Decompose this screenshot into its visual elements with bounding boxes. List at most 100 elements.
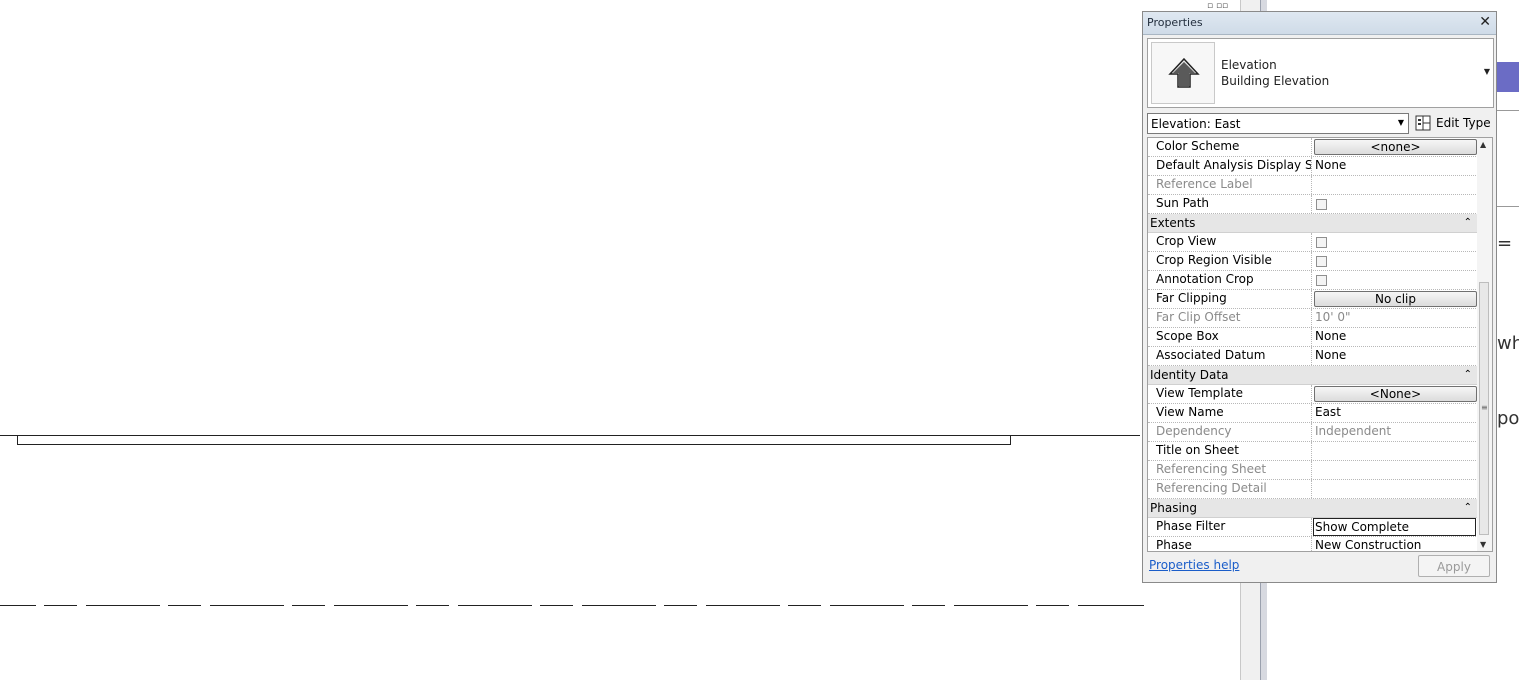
property-row: Far Clipping No clip xyxy=(1148,290,1478,309)
dash-segment xyxy=(664,605,697,606)
property-value-button[interactable]: <None> xyxy=(1314,386,1477,402)
property-row: Title on Sheet xyxy=(1148,442,1478,461)
dash-segment xyxy=(540,605,573,606)
property-value-cell: <None> xyxy=(1313,385,1478,403)
property-row: Default Analysis Display StyleNone xyxy=(1148,157,1478,176)
chevron-down-icon[interactable]: ▼ xyxy=(1484,67,1490,76)
property-value[interactable]: None xyxy=(1313,328,1478,346)
property-label: Far Clipping xyxy=(1148,290,1312,308)
property-label: Phase xyxy=(1148,537,1312,551)
property-checkbox[interactable] xyxy=(1316,256,1327,267)
palette-title: Properties xyxy=(1147,16,1203,29)
dash-segment xyxy=(954,605,1028,606)
type-selector[interactable]: Elevation Building Elevation ▼ xyxy=(1147,38,1494,108)
property-value xyxy=(1313,461,1478,479)
property-row: Dependency Independent xyxy=(1148,423,1478,442)
property-label: Referencing Sheet xyxy=(1148,461,1312,479)
type-name: Building Elevation xyxy=(1221,74,1330,88)
scroll-down-icon[interactable]: ▼ xyxy=(1480,540,1486,549)
property-label: Dependency xyxy=(1148,423,1312,441)
property-label: Phase Filter xyxy=(1148,518,1312,536)
edit-type-label: Edit Type xyxy=(1436,116,1491,130)
dash-segment xyxy=(416,605,449,606)
property-value[interactable]: East xyxy=(1313,404,1478,422)
dash-segment xyxy=(44,605,77,606)
properties-palette: Properties ✕ Elevation Building Elevatio… xyxy=(1142,11,1497,583)
property-row: Sun Path xyxy=(1148,195,1478,214)
dash-segment xyxy=(1036,605,1069,606)
dash-segment xyxy=(1078,605,1144,606)
apply-button[interactable]: Apply xyxy=(1418,555,1490,577)
dash-segment xyxy=(292,605,325,606)
property-value[interactable] xyxy=(1313,442,1478,460)
property-value: Independent xyxy=(1315,424,1392,438)
doc-text-fragment: whe xyxy=(1497,333,1519,354)
property-value[interactable]: None xyxy=(1313,157,1478,175)
property-checkbox[interactable] xyxy=(1316,237,1327,248)
dash-segment xyxy=(912,605,945,606)
property-label: Crop View xyxy=(1148,233,1312,251)
group-header[interactable]: Identity Data ⌃ xyxy=(1148,366,1478,385)
property-value-cell xyxy=(1313,233,1478,251)
property-value-cell xyxy=(1313,252,1478,270)
edit-type-icon xyxy=(1415,115,1431,131)
dash-segment xyxy=(788,605,821,606)
dash-segment xyxy=(830,605,904,606)
property-value-cell xyxy=(1313,271,1478,289)
property-value-cell xyxy=(1313,195,1478,213)
property-label: Crop Region Visible xyxy=(1148,252,1312,270)
dash-segment xyxy=(86,605,160,606)
dash-segment xyxy=(0,605,36,606)
building-elevation-outline xyxy=(17,435,1011,445)
property-checkbox[interactable] xyxy=(1316,199,1327,210)
property-label: Reference Label xyxy=(1148,176,1312,194)
property-label: Associated Datum xyxy=(1148,347,1312,365)
group-header[interactable]: Extents ⌃ xyxy=(1148,214,1478,233)
dash-segment xyxy=(168,605,201,606)
property-row: Referencing Detail xyxy=(1148,480,1478,499)
elevation-arrow-icon xyxy=(1168,57,1200,88)
property-row: Annotation Crop xyxy=(1148,271,1478,290)
property-checkbox[interactable] xyxy=(1316,275,1327,286)
palette-title-bar[interactable]: Properties ✕ xyxy=(1143,12,1496,35)
property-label: Color Scheme xyxy=(1148,138,1312,156)
property-value[interactable]: New Construction xyxy=(1313,537,1478,551)
property-value-cell: Show Complete xyxy=(1313,518,1478,536)
instance-filter-select[interactable]: Elevation: East ▼ xyxy=(1147,113,1409,134)
group-label: Identity Data xyxy=(1150,368,1229,382)
group-label: Extents xyxy=(1150,216,1196,230)
property-value xyxy=(1313,480,1478,498)
group-header[interactable]: Phasing ⌃ xyxy=(1148,499,1478,518)
dash-segment xyxy=(458,605,532,606)
properties-scrollbar[interactable]: ▲ ≡ ▼ xyxy=(1477,138,1492,551)
property-label: Default Analysis Display Style xyxy=(1148,157,1312,175)
property-value-button[interactable]: No clip xyxy=(1314,291,1477,307)
type-thumbnail xyxy=(1151,42,1215,104)
property-value-button[interactable]: <none> xyxy=(1314,139,1477,155)
view-tile-control-icon: ▫ ▫▫ xyxy=(1207,1,1229,11)
property-row: Far Clip Offset 10' 0" xyxy=(1148,309,1478,328)
dash-segment xyxy=(706,605,780,606)
properties-grid: Color Scheme <none> Default Analysis Displ… xyxy=(1147,137,1493,552)
property-label: Annotation Crop xyxy=(1148,271,1312,289)
dash-segment xyxy=(210,605,284,606)
scroll-up-icon[interactable]: ▲ xyxy=(1480,140,1486,149)
grip-icon: ≡ xyxy=(1481,403,1488,412)
collapse-icon[interactable]: ⌃ xyxy=(1464,366,1472,384)
drawing-canvas[interactable] xyxy=(0,0,1240,680)
close-icon[interactable]: ✕ xyxy=(1479,14,1491,30)
dash-segment xyxy=(334,605,408,606)
properties-help-link[interactable]: Properties help xyxy=(1149,558,1239,572)
property-row: Phase Filter Show Complete xyxy=(1148,518,1478,537)
property-row: View Template <None> xyxy=(1148,385,1478,404)
property-value-select[interactable]: Show Complete xyxy=(1313,518,1476,536)
property-row: Scope Box None xyxy=(1148,328,1478,347)
instance-filter-value: Elevation: East xyxy=(1151,117,1241,131)
collapse-icon[interactable]: ⌃ xyxy=(1464,214,1472,232)
dash-segment xyxy=(582,605,656,606)
edit-type-button[interactable]: Edit Type xyxy=(1415,113,1495,134)
collapse-icon[interactable]: ⌃ xyxy=(1464,499,1472,517)
scrollbar-thumb[interactable]: ≡ xyxy=(1479,282,1489,535)
property-label: Far Clip Offset xyxy=(1148,309,1312,327)
property-value[interactable]: None xyxy=(1313,347,1478,365)
